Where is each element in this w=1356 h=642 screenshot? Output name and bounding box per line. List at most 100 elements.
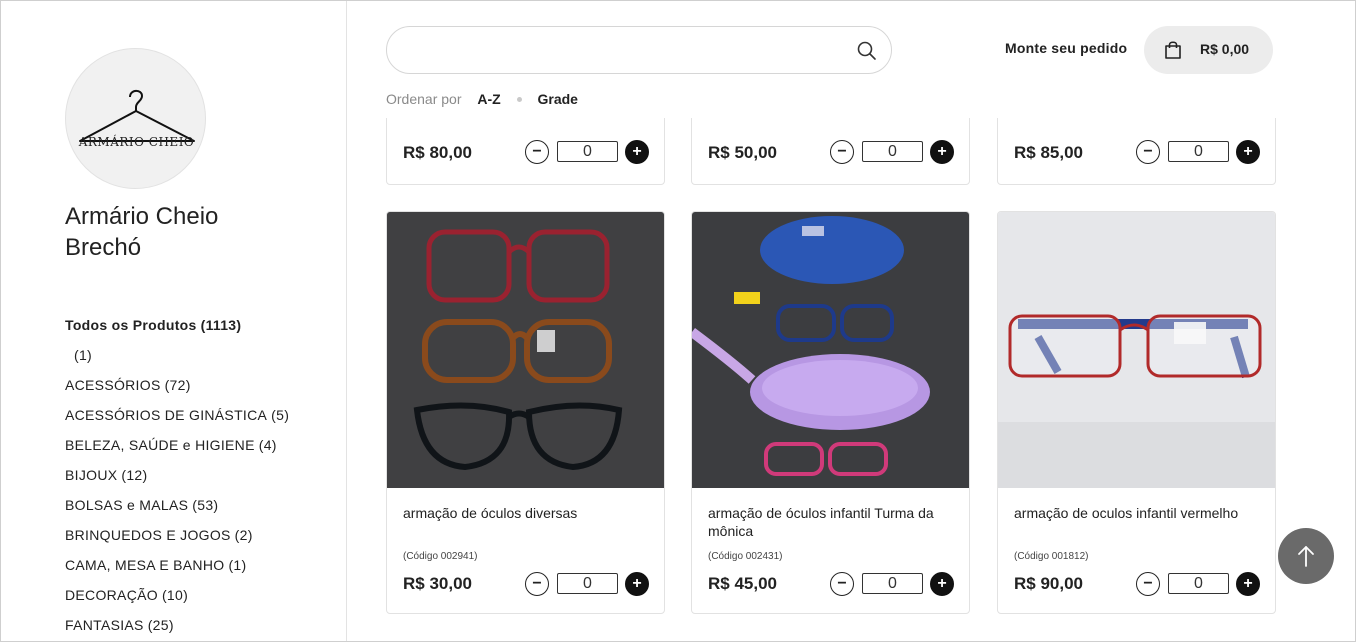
cart-total: R$ 0,00 (1200, 41, 1250, 57)
store-logo[interactable]: ARMÁRIO CHEIO (65, 48, 206, 189)
product-price: R$ 50,00 (708, 143, 777, 162)
category-count: (53) (192, 497, 219, 513)
increase-qty-button[interactable]: + (625, 572, 649, 596)
category-label: BOLSAS e MALAS (65, 497, 189, 513)
category-count: (4) (258, 437, 277, 453)
category-count: (1) (228, 557, 247, 573)
quantity-stepper: − + (525, 572, 651, 596)
product-card[interactable]: R$ 50,00 − + (691, 118, 970, 185)
category-label: ACESSÓRIOS (65, 377, 161, 393)
category-item-brinquedos[interactable]: BRINQUEDOS E JOGOS (2) (65, 523, 289, 553)
increase-qty-button[interactable]: + (1236, 140, 1260, 164)
product-price: R$ 85,00 (1014, 143, 1083, 162)
category-label: BRINQUEDOS E JOGOS (65, 527, 231, 543)
quantity-input[interactable] (862, 141, 923, 162)
quantity-input[interactable] (557, 573, 618, 594)
product-price: R$ 80,00 (403, 143, 472, 162)
arrow-up-icon (1298, 546, 1314, 567)
category-list: Todos os Produtos (1113) (1) ACESSÓRIOS (7… (65, 313, 289, 642)
category-count: (12) (121, 467, 148, 483)
category-item-all[interactable]: Todos os Produtos (1113) (65, 313, 289, 343)
quantity-input[interactable] (557, 141, 618, 162)
quantity-input[interactable] (1168, 141, 1229, 162)
product-photo[interactable] (387, 212, 664, 488)
quantity-input[interactable] (1168, 573, 1229, 594)
product-title[interactable]: armação de óculos diversas (403, 504, 653, 522)
category-label: FANTASIAS (65, 617, 144, 633)
kids-glasses-photo-image (692, 212, 969, 488)
product-code: (Código 001812) (1014, 551, 1089, 562)
category-item-cama-mesa[interactable]: CAMA, MESA E BANHO (1) (65, 553, 289, 583)
category-label: Todos os Produtos (65, 317, 197, 333)
category-count: (5) (271, 407, 290, 423)
glasses-photo-image (387, 212, 664, 488)
category-label: BIJOUX (65, 467, 118, 483)
build-order-link[interactable]: Monte seu pedido (1005, 40, 1127, 56)
search-icon[interactable] (855, 39, 879, 63)
category-item-bijoux[interactable]: BIJOUX (12) (65, 463, 289, 493)
product-price: R$ 30,00 (403, 574, 472, 593)
category-item-acessorios[interactable]: ACESSÓRIOS (72) (65, 373, 289, 403)
product-code: (Código 002431) (708, 551, 783, 562)
product-price: R$ 90,00 (1014, 574, 1083, 593)
product-price: R$ 45,00 (708, 574, 777, 593)
product-card[interactable]: armação de óculos infantil Turma da môni… (691, 211, 970, 614)
sidebar: ARMÁRIO CHEIO Armário Cheio Brechó Todos… (1, 1, 347, 641)
category-label: ACESSÓRIOS DE GINÁSTICA (65, 407, 268, 423)
product-card[interactable]: R$ 80,00 − + (386, 118, 665, 185)
decrease-qty-button[interactable]: − (525, 572, 549, 596)
search-bar (386, 26, 892, 74)
shopping-bag-icon (1165, 41, 1181, 59)
product-code: (Código 002941) (403, 551, 478, 562)
cart-button[interactable]: R$ 0,00 (1144, 26, 1273, 74)
category-count: (1113) (200, 317, 242, 333)
product-photo[interactable] (998, 212, 1275, 488)
product-grid: R$ 80,00 − + R$ 50,00 − + R$ 85,00 − + (386, 118, 1286, 642)
product-title[interactable]: armação de oculos infantil vermelho (1014, 504, 1264, 522)
category-count: (25) (147, 617, 174, 633)
hanger-icon (79, 89, 195, 142)
product-title[interactable]: armação de óculos infantil Turma da môni… (708, 504, 958, 540)
product-card[interactable]: armação de oculos infantil vermelho (Cód… (997, 211, 1276, 614)
decrease-qty-button[interactable]: − (830, 572, 854, 596)
product-card[interactable]: armação de óculos diversas (Código 00294… (386, 211, 665, 614)
category-item-bolsas[interactable]: BOLSAS e MALAS (53) (65, 493, 289, 523)
increase-qty-button[interactable]: + (625, 140, 649, 164)
product-photo[interactable] (692, 212, 969, 488)
category-item-acessorios-ginastica[interactable]: ACESSÓRIOS DE GINÁSTICA (5) (65, 403, 289, 433)
sort-order-toggle[interactable]: A-Z (477, 91, 500, 107)
sort-label: Ordenar por (386, 91, 462, 107)
increase-qty-button[interactable]: + (930, 140, 954, 164)
increase-qty-button[interactable]: + (930, 572, 954, 596)
quantity-stepper: − + (830, 572, 956, 596)
category-label: BELEZA, SAÚDE e HIGIENE (65, 437, 255, 453)
category-item-decoracao[interactable]: DECORAÇÃO (10) (65, 583, 289, 613)
decrease-qty-button[interactable]: − (1136, 572, 1160, 596)
category-label: CAMA, MESA E BANHO (65, 557, 225, 573)
category-item-untitled[interactable]: (1) (65, 343, 289, 373)
quantity-stepper: − + (1136, 572, 1262, 596)
decrease-qty-button[interactable]: − (1136, 140, 1160, 164)
search-input[interactable] (405, 37, 845, 63)
separator-dot (516, 96, 522, 102)
product-card[interactable]: R$ 85,00 − + (997, 118, 1276, 185)
store-name: Armário Cheio Brechó (65, 203, 219, 261)
category-count: (10) (161, 587, 189, 603)
quantity-stepper: − + (525, 140, 651, 164)
logo-text: ARMÁRIO CHEIO (78, 135, 195, 149)
category-count: (72) (164, 377, 191, 393)
increase-qty-button[interactable]: + (1236, 572, 1260, 596)
category-label: DECORAÇÃO (65, 587, 158, 603)
sort-bar: Ordenar por A-Z Grade (386, 91, 578, 107)
decrease-qty-button[interactable]: − (830, 140, 854, 164)
category-count: (2) (234, 527, 253, 543)
decrease-qty-button[interactable]: − (525, 140, 549, 164)
red-glasses-photo-image (998, 212, 1275, 488)
quantity-input[interactable] (862, 573, 923, 594)
view-mode-toggle[interactable]: Grade (537, 91, 577, 107)
category-item-fantasias[interactable]: FANTASIAS (25) (65, 613, 289, 642)
quantity-stepper: − + (830, 140, 956, 164)
category-item-beleza[interactable]: BELEZA, SAÚDE e HIGIENE (4) (65, 433, 289, 463)
scroll-to-top-button[interactable] (1278, 528, 1334, 584)
quantity-stepper: − + (1136, 140, 1262, 164)
